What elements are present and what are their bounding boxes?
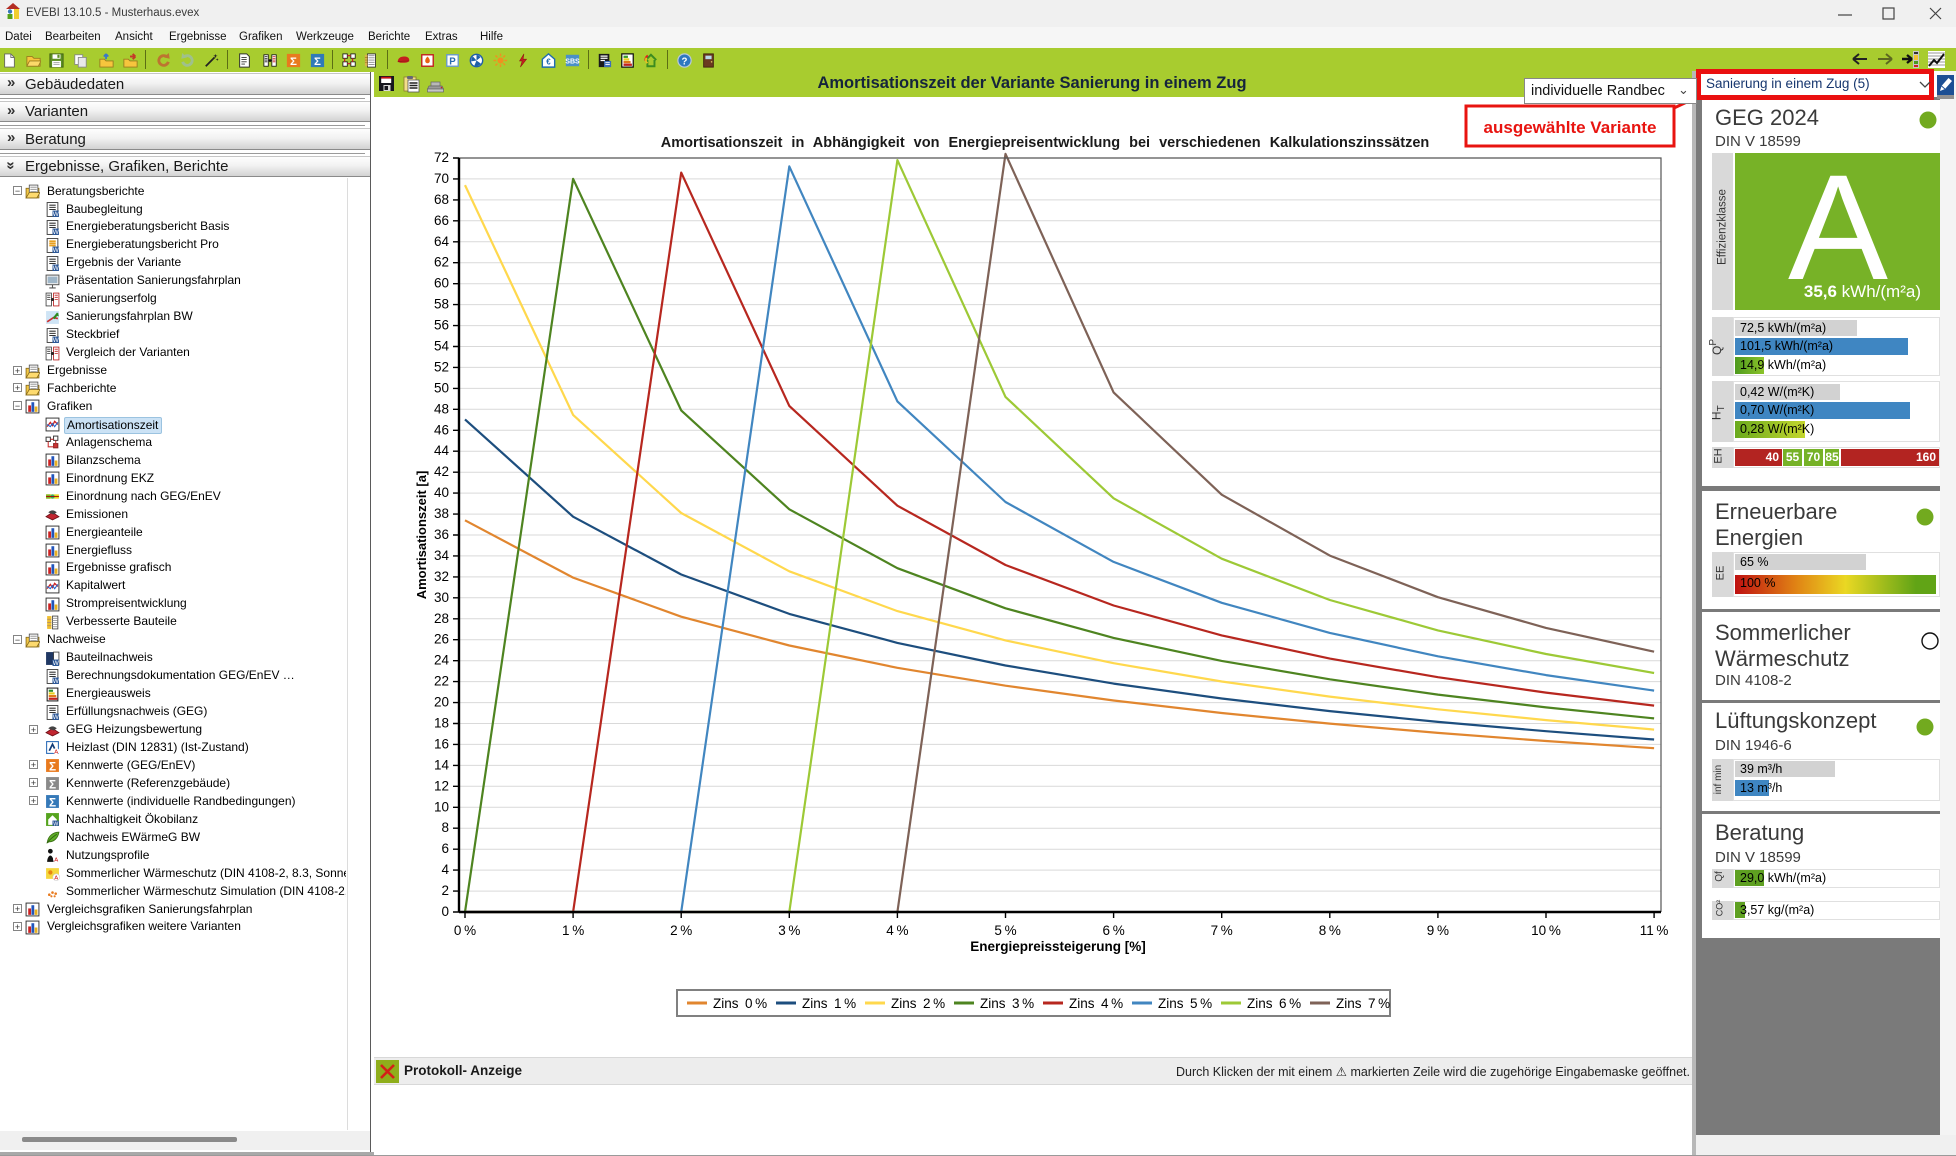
svg-text:W: W bbox=[53, 337, 60, 343]
svg-text:0: 0 bbox=[441, 904, 449, 919]
svg-text:50: 50 bbox=[434, 380, 449, 395]
svg-text:64: 64 bbox=[434, 234, 450, 249]
svg-text:P: P bbox=[449, 56, 456, 67]
svg-text:6: 6 bbox=[441, 841, 449, 856]
svg-text:A: A bbox=[54, 750, 58, 756]
svg-text:42: 42 bbox=[434, 464, 449, 479]
svg-text:8: 8 bbox=[441, 820, 449, 835]
svg-text:4 %: 4 % bbox=[886, 923, 908, 938]
svg-text:24: 24 bbox=[434, 653, 450, 668]
svg-text:Zins 0 %: Zins 0 % bbox=[713, 996, 767, 1011]
svg-text:Amortisationszeit in Abhängigk: Amortisationszeit in Abhängigkeit von En… bbox=[661, 135, 1430, 151]
svg-text:A: A bbox=[54, 858, 58, 863]
svg-text:40: 40 bbox=[434, 485, 449, 500]
svg-text:54: 54 bbox=[434, 339, 450, 354]
svg-text:W: W bbox=[53, 211, 60, 217]
svg-text:62: 62 bbox=[434, 255, 449, 270]
svg-text:Σ: Σ bbox=[290, 56, 297, 68]
svg-text:€: € bbox=[546, 57, 551, 66]
svg-text:9 %: 9 % bbox=[1427, 923, 1449, 938]
svg-text:Σ: Σ bbox=[314, 56, 321, 68]
svg-text:Zins 6 %: Zins 6 % bbox=[1247, 996, 1301, 1011]
svg-text:A: A bbox=[54, 876, 58, 881]
svg-text:30: 30 bbox=[434, 590, 449, 605]
svg-text:7 %: 7 % bbox=[1211, 923, 1233, 938]
svg-text:Zins 4 %: Zins 4 % bbox=[1069, 996, 1123, 1011]
svg-text:36: 36 bbox=[434, 527, 449, 542]
svg-text:68: 68 bbox=[434, 192, 449, 207]
svg-text:18: 18 bbox=[434, 716, 449, 731]
svg-text:W: W bbox=[53, 247, 60, 253]
svg-text:20: 20 bbox=[434, 695, 449, 710]
svg-text:2 %: 2 % bbox=[670, 923, 692, 938]
svg-text:W: W bbox=[53, 265, 60, 271]
svg-text:4: 4 bbox=[441, 862, 449, 877]
svg-text:1 %: 1 % bbox=[562, 923, 584, 938]
svg-text:8 %: 8 % bbox=[1319, 923, 1341, 938]
svg-text:Σ: Σ bbox=[49, 797, 56, 810]
svg-text:26: 26 bbox=[434, 632, 449, 647]
svg-text:46: 46 bbox=[434, 422, 449, 437]
svg-text:W: W bbox=[53, 678, 60, 684]
svg-text:2: 2 bbox=[441, 883, 449, 898]
svg-text:W: W bbox=[53, 229, 60, 235]
svg-text:12: 12 bbox=[434, 778, 449, 793]
svg-text:6 %: 6 % bbox=[1102, 923, 1124, 938]
svg-text:5 %: 5 % bbox=[994, 923, 1016, 938]
svg-text:?: ? bbox=[682, 56, 688, 67]
svg-text:Zins 7 %: Zins 7 % bbox=[1336, 996, 1390, 1011]
svg-text:34: 34 bbox=[434, 548, 450, 563]
svg-text:0 %: 0 % bbox=[454, 923, 476, 938]
svg-text:10: 10 bbox=[434, 799, 449, 814]
svg-text:28: 28 bbox=[434, 611, 449, 626]
svg-text:Energiepreissteigerung [%]: Energiepreissteigerung [%] bbox=[970, 939, 1146, 954]
svg-text:ausgewählte Variante: ausgewählte Variante bbox=[1484, 118, 1657, 137]
svg-text:W: W bbox=[53, 660, 60, 666]
svg-text:32: 32 bbox=[434, 569, 449, 584]
svg-text:52: 52 bbox=[434, 359, 449, 374]
svg-text:Zins 5 %: Zins 5 % bbox=[1158, 996, 1212, 1011]
svg-text:16: 16 bbox=[434, 736, 449, 751]
svg-text:Zins 1 %: Zins 1 % bbox=[802, 996, 856, 1011]
svg-text:W: W bbox=[53, 713, 60, 719]
svg-text:3 %: 3 % bbox=[778, 923, 800, 938]
svg-text:44: 44 bbox=[434, 443, 450, 458]
svg-text:22: 22 bbox=[434, 674, 449, 689]
svg-text:10 %: 10 % bbox=[1531, 923, 1561, 938]
svg-text:58: 58 bbox=[434, 297, 449, 312]
svg-text:66: 66 bbox=[434, 213, 449, 228]
svg-text:48: 48 bbox=[434, 401, 449, 416]
svg-text:Σ: Σ bbox=[49, 779, 56, 792]
svg-text:Zins 2 %: Zins 2 % bbox=[891, 996, 945, 1011]
svg-text:SBS: SBS bbox=[565, 59, 580, 66]
svg-text:Zins 3 %: Zins 3 % bbox=[980, 996, 1034, 1011]
svg-text:56: 56 bbox=[434, 318, 449, 333]
svg-text:38: 38 bbox=[434, 506, 449, 521]
svg-text:Amortisationszeit [a]: Amortisationszeit [a] bbox=[414, 471, 429, 600]
svg-text:Σ: Σ bbox=[49, 761, 56, 774]
svg-text:11 %: 11 % bbox=[1640, 923, 1669, 938]
svg-text:70: 70 bbox=[434, 171, 449, 186]
svg-text:60: 60 bbox=[434, 276, 449, 291]
svg-text:14: 14 bbox=[434, 757, 450, 772]
svg-text:72: 72 bbox=[434, 150, 449, 165]
